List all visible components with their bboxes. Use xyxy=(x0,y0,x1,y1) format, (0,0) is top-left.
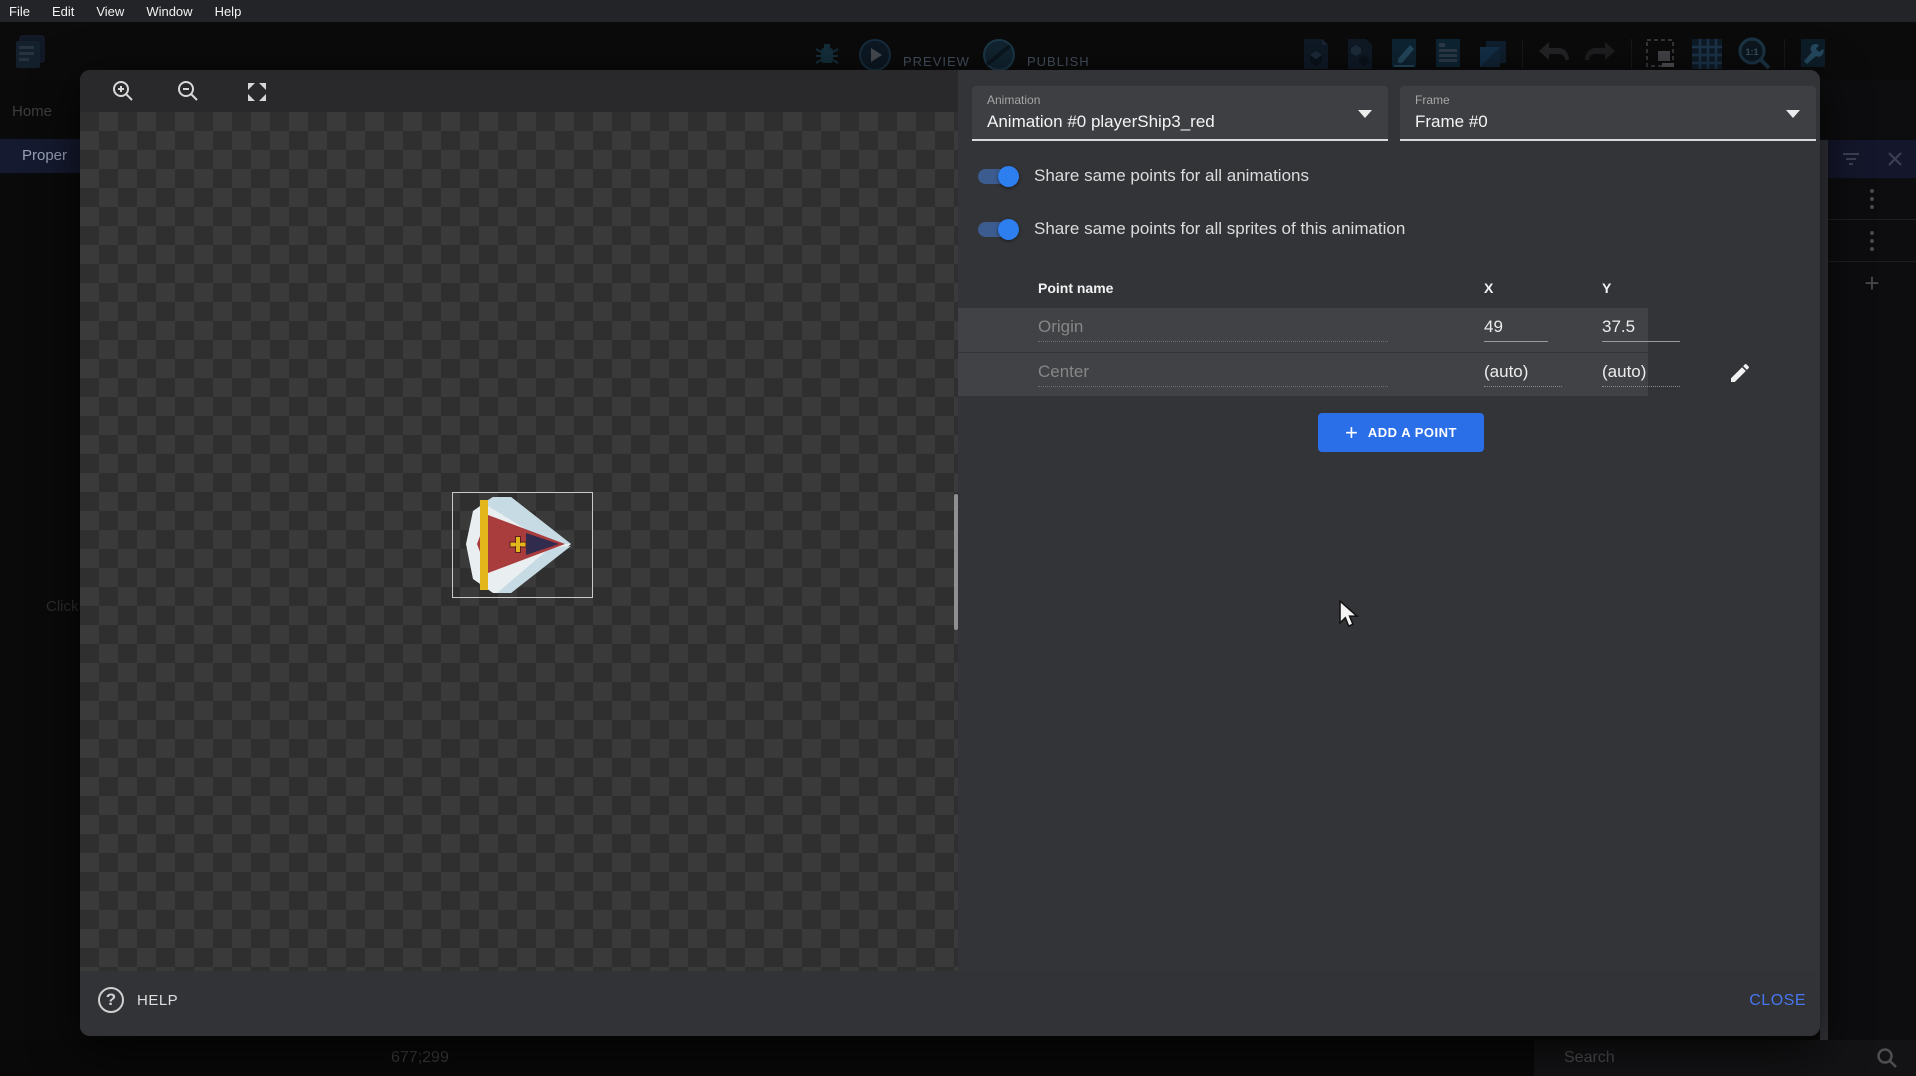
menu-bar: File Edit View Window Help xyxy=(0,0,1916,22)
sprite-canvas[interactable] xyxy=(80,112,958,971)
panel-edge xyxy=(1820,140,1828,1040)
help-button[interactable]: ? HELP xyxy=(98,987,178,1013)
chevron-down-icon xyxy=(1358,110,1372,118)
cursor-coordinates: 677;299 xyxy=(391,1049,449,1067)
edit-points-dialog: Animation Animation #0 playerShip3_red F… xyxy=(80,70,1820,1036)
tab-properties[interactable]: Proper xyxy=(0,139,80,173)
publish-button[interactable]: PUBLISH xyxy=(1027,54,1090,69)
point-row-origin[interactable]: Origin 49 37.5 xyxy=(958,308,1648,352)
redo-icon[interactable] xyxy=(1583,38,1619,70)
dialog-footer: ? HELP CLOSE xyxy=(80,971,1820,1036)
menu-edit[interactable]: Edit xyxy=(52,4,74,19)
plus-icon: + xyxy=(1864,268,1879,299)
toolbar-divider xyxy=(1784,39,1785,69)
help-label: HELP xyxy=(137,992,178,1009)
frame-select-value: Frame #0 xyxy=(1415,112,1488,132)
mouse-cursor xyxy=(1338,600,1362,632)
kebab-menu-icon[interactable] xyxy=(1870,231,1874,235)
grid-icon[interactable] xyxy=(1690,37,1724,71)
point-row-center[interactable]: Center (auto) (auto) xyxy=(958,352,1648,396)
menu-view[interactable]: View xyxy=(96,4,124,19)
chevron-down-icon xyxy=(1786,110,1800,118)
close-button[interactable]: CLOSE xyxy=(1749,992,1806,1010)
sprite-preview xyxy=(453,493,592,597)
undo-icon[interactable] xyxy=(1535,38,1571,70)
zoom-in-icon xyxy=(110,79,136,105)
zoom-in-button[interactable] xyxy=(106,75,140,109)
object-row[interactable] xyxy=(1828,178,1916,220)
point-y-field[interactable]: 37.5 xyxy=(1602,317,1680,342)
close-icon[interactable] xyxy=(1887,151,1903,167)
point-name-field: Center xyxy=(1038,362,1388,387)
kebab-menu-icon[interactable] xyxy=(1870,189,1874,193)
point-x-field[interactable]: 49 xyxy=(1484,317,1548,342)
svg-text:1:1: 1:1 xyxy=(1745,47,1758,57)
point-name-field: Origin xyxy=(1038,317,1388,342)
objects-group-icon[interactable] xyxy=(1344,37,1376,71)
share-points-all-sprites-row: Share same points for all sprites of thi… xyxy=(978,219,1405,239)
fit-to-screen-button[interactable] xyxy=(240,75,274,109)
sprite-selection-box[interactable] xyxy=(452,492,593,598)
objects-search-bar[interactable]: Search xyxy=(1534,1040,1916,1076)
share-points-all-sprites-toggle[interactable] xyxy=(978,222,1016,237)
help-icon: ? xyxy=(98,987,124,1013)
frame-select[interactable]: Frame Frame #0 xyxy=(1400,86,1816,141)
layers-icon[interactable] xyxy=(1476,37,1510,71)
points-table-header: Point name X Y xyxy=(958,271,1648,308)
animation-select-value: Animation #0 playerShip3_red xyxy=(987,112,1215,132)
menu-window[interactable]: Window xyxy=(146,4,192,19)
add-a-point-label: ADD A POINT xyxy=(1368,425,1457,440)
edit-center-point-button[interactable] xyxy=(1728,361,1756,389)
points-panel: Animation Animation #0 playerShip3_red F… xyxy=(958,70,1820,971)
zoom-out-button[interactable] xyxy=(171,75,205,109)
toolbar-divider xyxy=(1522,39,1523,69)
app-window: File Edit View Window Help xyxy=(0,0,1916,1076)
add-a-point-button[interactable]: + ADD A POINT xyxy=(1318,413,1484,452)
objects-panel-header xyxy=(1828,140,1916,178)
toggle-label: Share same points for all animations xyxy=(1034,166,1309,186)
menu-file[interactable]: File xyxy=(9,4,30,19)
project-manager-icon[interactable] xyxy=(14,34,48,70)
publish-globe-icon[interactable] xyxy=(982,38,1016,72)
point-y-field[interactable]: (auto) xyxy=(1602,362,1680,387)
toggle-label: Share same points for all sprites of thi… xyxy=(1034,219,1405,239)
wrench-icon[interactable] xyxy=(1797,37,1829,71)
edit-properties-icon[interactable] xyxy=(1388,37,1420,71)
plus-icon: + xyxy=(1345,422,1358,444)
mask-icon[interactable] xyxy=(1644,37,1678,71)
object-row[interactable] xyxy=(1828,220,1916,262)
search-input[interactable]: Search xyxy=(1564,1049,1876,1067)
animation-select-label: Animation xyxy=(987,93,1040,107)
search-icon xyxy=(1876,1047,1898,1069)
play-icon[interactable] xyxy=(858,38,892,72)
preview-button[interactable]: PREVIEW xyxy=(903,54,970,69)
column-point-name: Point name xyxy=(1038,280,1113,296)
column-y: Y xyxy=(1602,280,1611,296)
point-x-field[interactable]: (auto) xyxy=(1484,362,1562,387)
scene-toolbar-icons: 1:1 xyxy=(1300,36,1829,72)
edit-pencil-icon xyxy=(1728,361,1752,385)
share-points-all-animations-toggle[interactable] xyxy=(978,169,1016,184)
add-object-icon[interactable] xyxy=(1300,37,1332,71)
zoom-1-1-icon[interactable]: 1:1 xyxy=(1736,36,1772,72)
objects-panel: + xyxy=(1820,80,1916,1040)
animation-select[interactable]: Animation Animation #0 playerShip3_red xyxy=(972,86,1388,141)
toolbar-divider xyxy=(1631,39,1632,69)
menu-help[interactable]: Help xyxy=(215,4,242,19)
frame-select-label: Frame xyxy=(1415,93,1450,107)
canvas-toolbar xyxy=(80,70,958,112)
fit-to-screen-icon xyxy=(245,80,269,104)
properties-hint-text: Click xyxy=(46,598,79,615)
debug-icon[interactable] xyxy=(812,40,842,70)
instances-list-icon[interactable] xyxy=(1432,37,1464,71)
add-object-row[interactable]: + xyxy=(1828,262,1916,304)
filter-icon[interactable] xyxy=(1842,152,1860,166)
share-points-all-animations-row: Share same points for all animations xyxy=(978,166,1309,186)
zoom-out-icon xyxy=(175,79,201,105)
tab-home[interactable]: Home xyxy=(12,103,52,120)
column-x: X xyxy=(1484,280,1493,296)
